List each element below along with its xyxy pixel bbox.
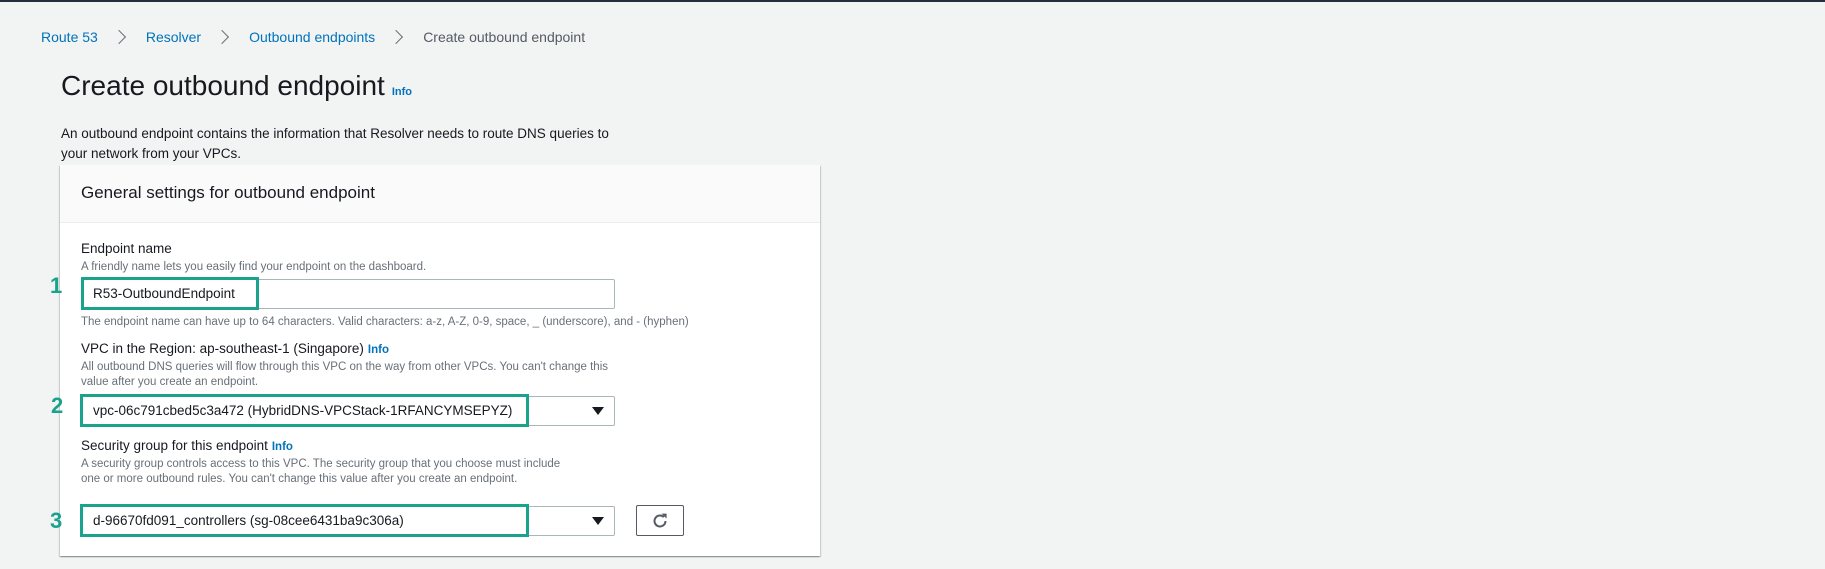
vpc-label-text: VPC in the Region: ap-southeast-1 (Singa… [81, 341, 364, 356]
step-number-3: 3 [50, 508, 63, 533]
caret-down-icon [592, 407, 604, 415]
step-1-highlight [81, 277, 259, 310]
step-2-highlight [80, 394, 529, 427]
security-group-label-text: Security group for this endpoint [81, 438, 268, 453]
endpoint-name-label: Endpoint name [81, 241, 172, 256]
endpoint-name-description: A friendly name lets you easily find you… [81, 261, 427, 273]
page-description: An outbound endpoint contains the inform… [61, 126, 609, 161]
page-info-link[interactable]: Info [392, 86, 412, 98]
breadcrumb: Route 53 Resolver Outbound endpoints Cre… [41, 29, 585, 45]
vpc-label: VPC in the Region: ap-southeast-1 (Singa… [81, 341, 389, 356]
security-group-info-link[interactable]: Info [272, 441, 293, 453]
security-group-description: A security group controls access to this… [81, 458, 561, 485]
vpc-description: All outbound DNS queries will flow throu… [81, 361, 609, 388]
endpoint-name-constraint: The endpoint name can have up to 64 char… [81, 316, 689, 328]
breadcrumb-outbound-endpoints-link[interactable]: Outbound endpoints [249, 29, 375, 45]
step-number-1: 1 [50, 273, 63, 298]
security-group-label: Security group for this endpoint Info [81, 438, 293, 453]
caret-down-icon [592, 517, 604, 525]
general-settings-panel: General settings for outbound endpoint E… [60, 165, 820, 556]
step-3-highlight [80, 504, 529, 537]
page-title: Create outbound endpoint [61, 70, 385, 101]
breadcrumb-current: Create outbound endpoint [423, 29, 586, 45]
chevron-right-icon [389, 29, 404, 45]
breadcrumb-resolver-link[interactable]: Resolver [146, 29, 201, 45]
breadcrumb-route53-link[interactable]: Route 53 [41, 29, 98, 45]
refresh-security-groups-button[interactable] [636, 505, 684, 536]
vpc-info-link[interactable]: Info [368, 344, 389, 356]
refresh-icon [653, 513, 667, 527]
chevron-right-icon [215, 29, 230, 45]
chevron-right-icon [111, 29, 126, 45]
step-number-2: 2 [51, 393, 64, 418]
panel-title: General settings for outbound endpoint [60, 165, 820, 223]
page-header: Create outbound endpoint Info [61, 70, 412, 102]
